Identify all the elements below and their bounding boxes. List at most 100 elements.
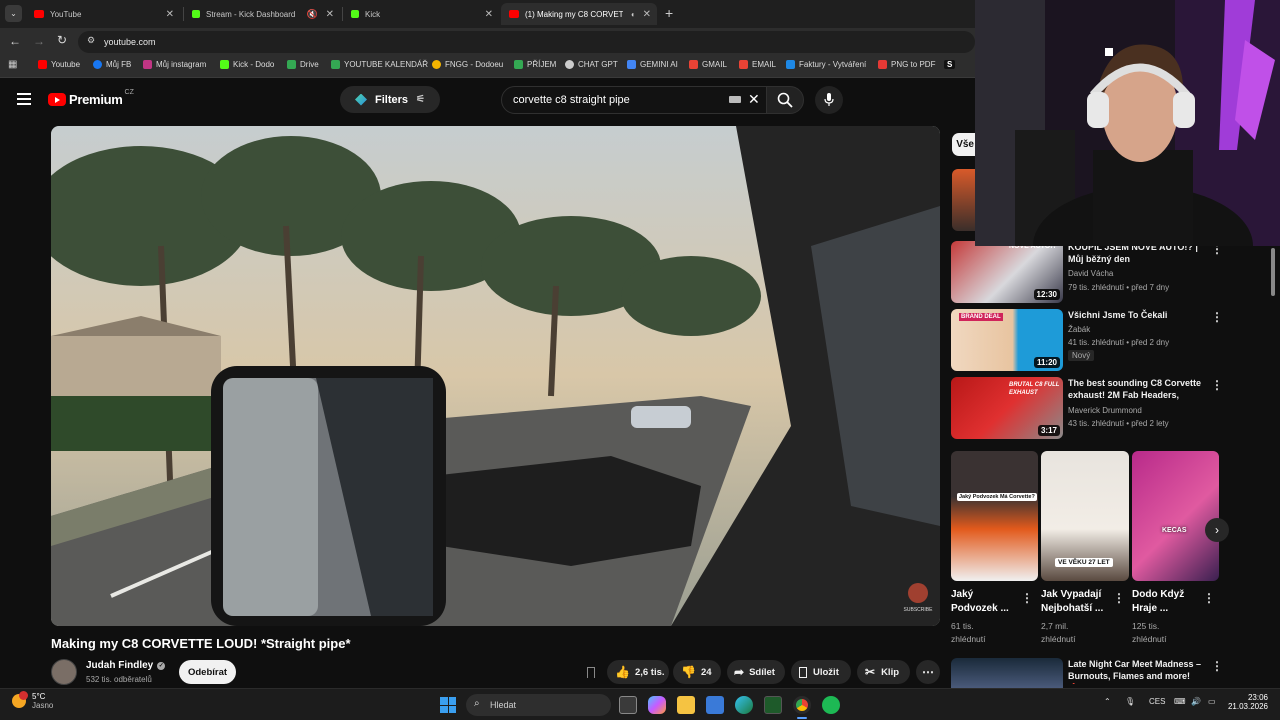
short-thumbnail[interactable]: Jaký Podvozek Má Corvette? <box>951 451 1038 581</box>
instagram-icon <box>143 60 152 69</box>
chip-all[interactable]: Vše <box>952 133 976 156</box>
rec-channel[interactable]: Maverick Drummond <box>1068 406 1142 415</box>
bookmark-faktury[interactable]: Faktury - Vytváření <box>786 60 866 69</box>
rec-channel[interactable]: Žabák <box>1068 325 1090 334</box>
tab-current-video[interactable]: (1) Making my C8 CORVETTE ◖ ✕ <box>501 3 657 25</box>
rec-title[interactable]: Late Night Car Meet Madness – Burnouts, … <box>1068 658 1203 684</box>
network-icon[interactable]: ▭ <box>1208 697 1216 706</box>
bookmark-chatgpt[interactable]: CHAT GPT <box>565 60 618 69</box>
short-thumbnail[interactable]: VE VĚKU 27 LET <box>1041 451 1129 581</box>
more-vertical-icon[interactable]: ⋮ <box>1211 310 1223 324</box>
keyboard-icon[interactable] <box>729 96 741 103</box>
more-actions-button[interactable]: ⋯ <box>916 660 940 684</box>
language-indicator[interactable]: CES <box>1149 697 1165 706</box>
page-scrollbar[interactable] <box>1270 246 1276 688</box>
rec-thumbnail[interactable]: BRUTAL C8 FULL EXHAUST 3:17 <box>951 377 1063 439</box>
bookmark-instagram[interactable]: Můj instagram <box>143 60 206 69</box>
site-info-icon[interactable]: ⚙ <box>87 35 95 46</box>
shorts-next-button[interactable]: › <box>1205 518 1229 542</box>
start-button[interactable] <box>440 697 456 713</box>
dislike-button[interactable]: 👎 24 <box>673 660 721 684</box>
bookmark-prijem[interactable]: PŘÍJEM <box>514 60 556 69</box>
taskbar-search[interactable]: ⌕ Hledat <box>466 694 611 716</box>
rec-thumbnail[interactable]: NOVÉ AUTO!? 12:30 <box>951 241 1063 303</box>
more-vertical-icon[interactable]: ⋮ <box>1211 659 1223 673</box>
channel-avatar[interactable] <box>51 659 77 685</box>
rec-title[interactable]: The best sounding C8 Corvette exhaust! 2… <box>1068 377 1203 401</box>
tray-overflow-icon[interactable]: ⌃ <box>1104 697 1111 706</box>
subscribe-button[interactable]: Odebírat <box>179 660 236 684</box>
filters-button[interactable]: Filters ⚟ <box>340 86 440 113</box>
partial-thumbnail[interactable] <box>952 169 975 231</box>
share-button[interactable]: ➦ Sdílet <box>727 660 785 684</box>
apps-grid-icon[interactable]: ▦ <box>8 59 17 70</box>
bookmark-fb[interactable]: Můj FB <box>93 60 131 69</box>
bookmark-png-pdf[interactable]: PNG to PDF <box>878 60 935 69</box>
store-icon[interactable] <box>706 696 724 714</box>
reload-icon[interactable]: ↻ <box>57 33 67 47</box>
chrome-icon[interactable] <box>793 696 811 714</box>
voice-search-button[interactable] <box>815 86 843 114</box>
microphone-icon <box>824 93 834 106</box>
clip-button[interactable]: ✂ Klip <box>857 660 910 684</box>
short-thumbnail[interactable]: KECAS <box>1132 451 1219 581</box>
bookmark-fngg[interactable]: FNGG - Dodoeu <box>432 60 503 69</box>
copilot-icon[interactable] <box>648 696 666 714</box>
tab-kick-dashboard[interactable]: Stream - Kick Dashboard 🔇 ✕ <box>184 3 340 25</box>
close-icon[interactable]: ✕ <box>643 9 651 20</box>
rec-thumbnail[interactable] <box>951 658 1063 688</box>
more-vertical-icon[interactable]: ⋮ <box>1211 378 1223 392</box>
bookmark-s[interactable]: S <box>944 60 956 69</box>
more-vertical-icon[interactable]: ⋮ <box>1021 591 1033 605</box>
tab-youtube[interactable]: YouTube ✕ <box>26 3 180 25</box>
video-player[interactable]: SUBSCRIBE <box>51 126 940 626</box>
bookmark-gemini[interactable]: GEMINI AI <box>627 60 678 69</box>
spotify-icon[interactable] <box>822 696 840 714</box>
keyboard-tray-icon[interactable]: ⌨ <box>1174 697 1186 706</box>
rec-channel[interactable]: David Vácha <box>1068 269 1113 278</box>
more-vertical-icon[interactable]: ⋮ <box>1203 591 1215 605</box>
bookmark-button[interactable] <box>579 660 603 684</box>
short-title[interactable]: Jaký Podvozek ... <box>951 588 1017 616</box>
clear-search-icon[interactable]: ✕ <box>748 91 760 108</box>
bookmark-gmail[interactable]: GMAIL <box>689 60 727 69</box>
youtube-logo[interactable]: Premium CZ <box>48 89 134 107</box>
subscribe-watermark[interactable]: SUBSCRIBE <box>904 607 934 613</box>
bookmark-email[interactable]: EMAIL <box>739 60 776 69</box>
audio-icon[interactable]: ◖ <box>630 10 635 19</box>
search-button[interactable] <box>766 86 804 114</box>
volume-icon[interactable]: 🔊 <box>1191 697 1201 706</box>
bookmark-kick[interactable]: Kick - Dodo <box>220 60 274 69</box>
microphone-tray-icon[interactable]: 🎙 <box>1125 697 1135 706</box>
rec-title[interactable]: Všichni Jsme To Čekali <box>1068 309 1203 321</box>
more-vertical-icon[interactable]: ⋮ <box>1113 591 1125 605</box>
hamburger-menu-icon[interactable] <box>17 93 31 105</box>
tab-kick[interactable]: Kick ✕ <box>343 3 499 25</box>
edge-icon[interactable] <box>735 696 753 714</box>
forward-icon[interactable]: → <box>33 34 45 48</box>
rec-thumbnail[interactable]: BRAND DEAL 11:20 <box>951 309 1063 371</box>
clock[interactable]: 23:06 21.03.2026 <box>1220 693 1268 711</box>
url-field[interactable]: ⚙ youtube.com <box>78 31 975 53</box>
weather-widget[interactable]: 5°C Jasno <box>12 691 53 710</box>
close-icon[interactable]: ✕ <box>166 9 174 20</box>
bookmark-youtube[interactable]: Youtube <box>38 60 80 69</box>
mute-icon[interactable]: 🔇 <box>307 9 318 20</box>
like-button[interactable]: 👍 2,6 tis. <box>607 660 669 684</box>
tab-search-button[interactable]: ⌄ <box>5 5 22 22</box>
close-icon[interactable]: ✕ <box>485 9 493 20</box>
search-input[interactable]: corvette c8 straight pipe ✕ <box>501 86 767 114</box>
short-title[interactable]: Jak Vypadají Nejbohatší ... <box>1041 588 1113 616</box>
channel-name[interactable]: Judah Findley ✓ <box>86 660 166 671</box>
terminal-icon[interactable] <box>764 696 782 714</box>
scrollbar-thumb[interactable] <box>1271 248 1275 296</box>
save-button[interactable]: Uložit <box>791 660 851 684</box>
back-icon[interactable]: ← <box>9 34 21 48</box>
close-icon[interactable]: ✕ <box>326 9 334 20</box>
file-explorer-icon[interactable] <box>677 696 695 714</box>
short-title[interactable]: Dodo Když Hraje ... <box>1132 588 1200 616</box>
task-view-icon[interactable] <box>619 696 637 714</box>
bookmark-drive[interactable]: Drive <box>287 60 319 69</box>
bookmark-yt-calendar[interactable]: YOUTUBE KALENDÁŘ <box>331 60 428 69</box>
new-tab-button[interactable]: + <box>665 5 673 21</box>
